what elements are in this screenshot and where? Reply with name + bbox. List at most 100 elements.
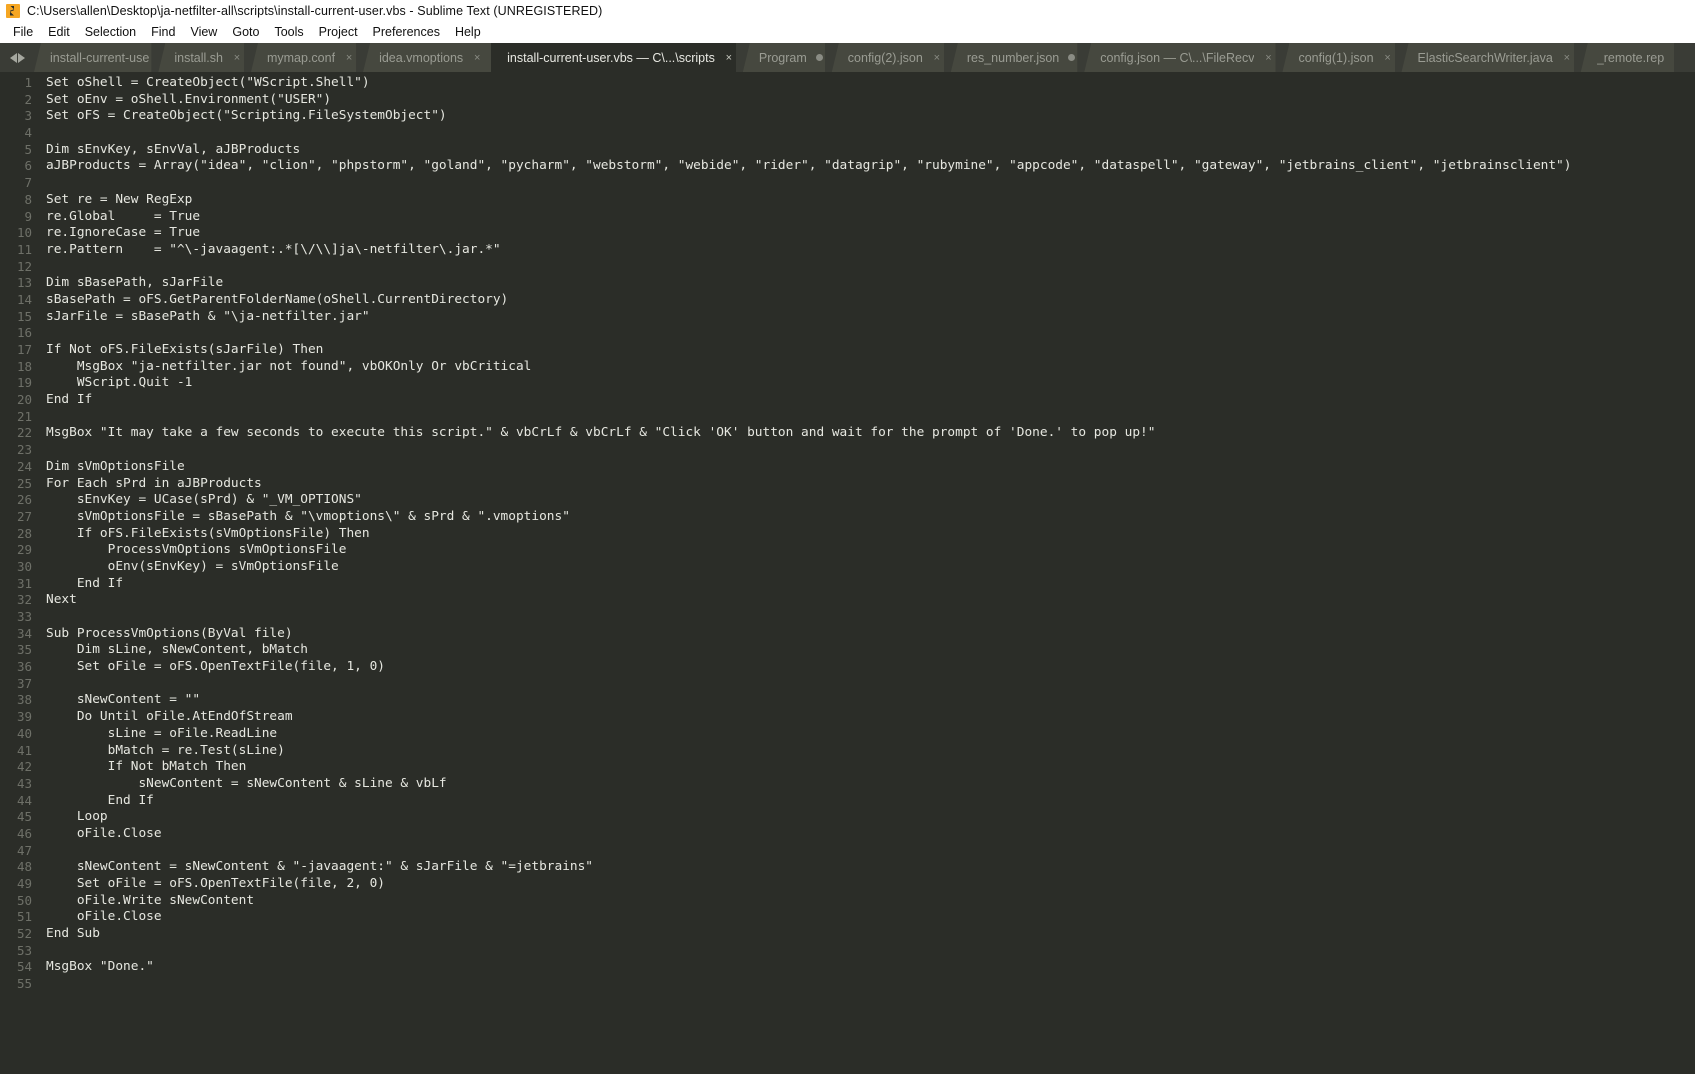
code-line[interactable]: re.IgnoreCase = True xyxy=(46,225,1695,242)
code-line[interactable]: oEnv(sEnvKey) = sVmOptionsFile xyxy=(46,559,1695,576)
code-line[interactable]: If Not bMatch Then xyxy=(46,759,1695,776)
code-line[interactable]: re.Global = True xyxy=(46,209,1695,226)
menu-item-file[interactable]: File xyxy=(6,24,41,40)
tab-bar: install-current-use install.sh × mymap.conf… xyxy=(0,43,1695,72)
code-editor[interactable]: 1 2 3 4 5 6 7 8 9 10 11 12 13 14 15 16 17 18 19 20 21 22 23 24 2… xyxy=(0,72,1695,1074)
tab-close-icon[interactable]: × xyxy=(344,52,354,64)
tab-install-current-use[interactable]: install-current-use xyxy=(34,43,160,72)
menu-item-selection[interactable]: Selection xyxy=(78,24,144,40)
code-content[interactable]: Set oShell = CreateObject("WScript.Shell… xyxy=(40,72,1695,1074)
code-line[interactable]: Dim sLine, sNewContent, bMatch xyxy=(46,642,1695,659)
code-line[interactable]: sNewContent = sNewContent & sLine & vbLf xyxy=(46,776,1695,793)
code-line[interactable]: Dim sBasePath, sJarFile xyxy=(46,275,1695,292)
tab-mymap-conf[interactable]: mymap.conf × xyxy=(250,43,365,72)
code-line[interactable]: End If xyxy=(46,576,1695,593)
line-number: 33 xyxy=(16,609,32,624)
line-number: 12 xyxy=(16,258,32,274)
code-line[interactable]: re.Pattern = "^\-javaagent:.*[\/\\]ja\-n… xyxy=(46,242,1695,259)
code-line[interactable]: sNewContent = sNewContent & "-javaagent:… xyxy=(46,859,1695,876)
code-line[interactable]: sVmOptionsFile = sBasePath & "\vmoptions… xyxy=(46,509,1695,526)
tab-close-icon[interactable]: × xyxy=(232,52,242,64)
code-line[interactable]: Set re = New RegExp xyxy=(46,192,1695,209)
menu-item-goto[interactable]: Goto xyxy=(225,24,267,40)
code-line[interactable]: ProcessVmOptions sVmOptionsFile xyxy=(46,542,1695,559)
code-line[interactable]: sJarFile = sBasePath & "\ja-netfilter.ja… xyxy=(46,309,1695,326)
line-number: 31 xyxy=(16,575,32,591)
code-line[interactable]: End If xyxy=(46,392,1695,409)
code-line[interactable]: Sub ProcessVmOptions(ByVal file) xyxy=(46,626,1695,643)
tab-close-icon[interactable]: × xyxy=(1562,52,1572,64)
tab-idea-vmoptions[interactable]: idea.vmoptions × xyxy=(363,43,493,72)
tab-unsaved-dot-icon[interactable] xyxy=(815,54,823,61)
code-line[interactable]: sBasePath = oFS.GetParentFolderName(oShe… xyxy=(46,292,1695,309)
code-line[interactable]: Next xyxy=(46,592,1695,609)
tab-unsaved-dot-icon[interactable] xyxy=(1068,54,1076,61)
code-line[interactable] xyxy=(46,609,1695,626)
code-line[interactable]: MsgBox "ja-netfilter.jar not found", vbO… xyxy=(46,359,1695,376)
menu-item-tools[interactable]: Tools xyxy=(267,24,311,40)
tab-install-sh[interactable]: install.sh × xyxy=(158,43,252,72)
menu-item-preferences[interactable]: Preferences xyxy=(366,24,448,40)
code-line[interactable]: Set oShell = CreateObject("WScript.Shell… xyxy=(46,75,1695,92)
line-number: 26 xyxy=(16,492,32,508)
code-line[interactable] xyxy=(46,259,1695,276)
code-line[interactable] xyxy=(46,125,1695,142)
tab-program[interactable]: Program xyxy=(742,43,833,72)
tab-install-current-user-vbs[interactable]: install-current-user.vbs — C\...\scripts… xyxy=(491,43,744,72)
code-line[interactable]: Set oFile = oFS.OpenTextFile(file, 2, 0) xyxy=(46,876,1695,893)
code-line[interactable]: Set oFS = CreateObject("Scripting.FileSy… xyxy=(46,108,1695,125)
code-line[interactable]: Dim sEnvKey, sEnvVal, aJBProducts xyxy=(46,142,1695,159)
tab-close-icon[interactable]: × xyxy=(932,52,942,64)
code-line[interactable]: aJBProducts = Array("idea", "clion", "ph… xyxy=(46,158,1695,175)
tab-close-icon[interactable]: × xyxy=(472,52,482,64)
menu-item-view[interactable]: View xyxy=(183,24,225,40)
code-line[interactable]: For Each sPrd in aJBProducts xyxy=(46,476,1695,493)
tab-close-icon[interactable]: × xyxy=(724,52,734,64)
line-number: 42 xyxy=(16,759,32,775)
code-line[interactable] xyxy=(46,676,1695,693)
tab-config-json[interactable]: config.json — C\...\FileRecv × xyxy=(1084,43,1284,72)
line-number: 53 xyxy=(16,942,32,958)
code-line[interactable]: sEnvKey = UCase(sPrd) & "_VM_OPTIONS" xyxy=(46,492,1695,509)
code-line[interactable]: Set oFile = oFS.OpenTextFile(file, 1, 0) xyxy=(46,659,1695,676)
tab-remote-rep[interactable]: _remote.rep xyxy=(1580,43,1675,72)
code-line[interactable] xyxy=(46,843,1695,860)
tab-label: config(2).json xyxy=(847,50,923,65)
code-line[interactable] xyxy=(46,976,1695,993)
tab-config-1-json[interactable]: config(1).json × xyxy=(1282,43,1403,72)
tab-close-icon[interactable]: × xyxy=(1383,52,1393,64)
menu-item-project[interactable]: Project xyxy=(312,24,366,40)
code-line[interactable]: oFile.Close xyxy=(46,909,1695,926)
code-line[interactable]: End If xyxy=(46,793,1695,810)
code-line[interactable]: sNewContent = "" xyxy=(46,692,1695,709)
tab-config-2-json[interactable]: config(2).json × xyxy=(831,43,952,72)
chevron-right-icon[interactable] xyxy=(17,52,25,63)
code-line[interactable]: If oFS.FileExists(sVmOptionsFile) Then xyxy=(46,526,1695,543)
code-line[interactable] xyxy=(46,442,1695,459)
code-line[interactable]: WScript.Quit -1 xyxy=(46,375,1695,392)
menu-item-find[interactable]: Find xyxy=(144,24,183,40)
code-line[interactable]: If Not oFS.FileExists(sJarFile) Then xyxy=(46,342,1695,359)
code-line[interactable]: End Sub xyxy=(46,926,1695,943)
code-line[interactable]: Loop xyxy=(46,809,1695,826)
code-line[interactable]: oFile.Write sNewContent xyxy=(46,893,1695,910)
chevron-left-icon[interactable] xyxy=(9,52,17,63)
tab-close-icon[interactable]: × xyxy=(1263,52,1273,64)
code-line[interactable] xyxy=(46,325,1695,342)
code-line[interactable]: Do Until oFile.AtEndOfStream xyxy=(46,709,1695,726)
tab-label: Program xyxy=(758,50,807,65)
code-line[interactable] xyxy=(46,409,1695,426)
code-line[interactable] xyxy=(46,943,1695,960)
code-line[interactable]: Set oEnv = oShell.Environment("USER") xyxy=(46,92,1695,109)
code-line[interactable]: Dim sVmOptionsFile xyxy=(46,459,1695,476)
menu-item-help[interactable]: Help xyxy=(448,24,489,40)
code-line[interactable]: sLine = oFile.ReadLine xyxy=(46,726,1695,743)
menu-item-edit[interactable]: Edit xyxy=(41,24,78,40)
tab-elasticsearchwriter-java[interactable]: ElasticSearchWriter.java × xyxy=(1401,43,1582,72)
code-line[interactable]: bMatch = re.Test(sLine) xyxy=(46,743,1695,760)
code-line[interactable]: MsgBox "Done." xyxy=(46,959,1695,976)
code-line[interactable] xyxy=(46,175,1695,192)
code-line[interactable]: MsgBox "It may take a few seconds to exe… xyxy=(46,425,1695,442)
tab-res-number-json[interactable]: res_number.json xyxy=(950,43,1086,72)
code-line[interactable]: oFile.Close xyxy=(46,826,1695,843)
